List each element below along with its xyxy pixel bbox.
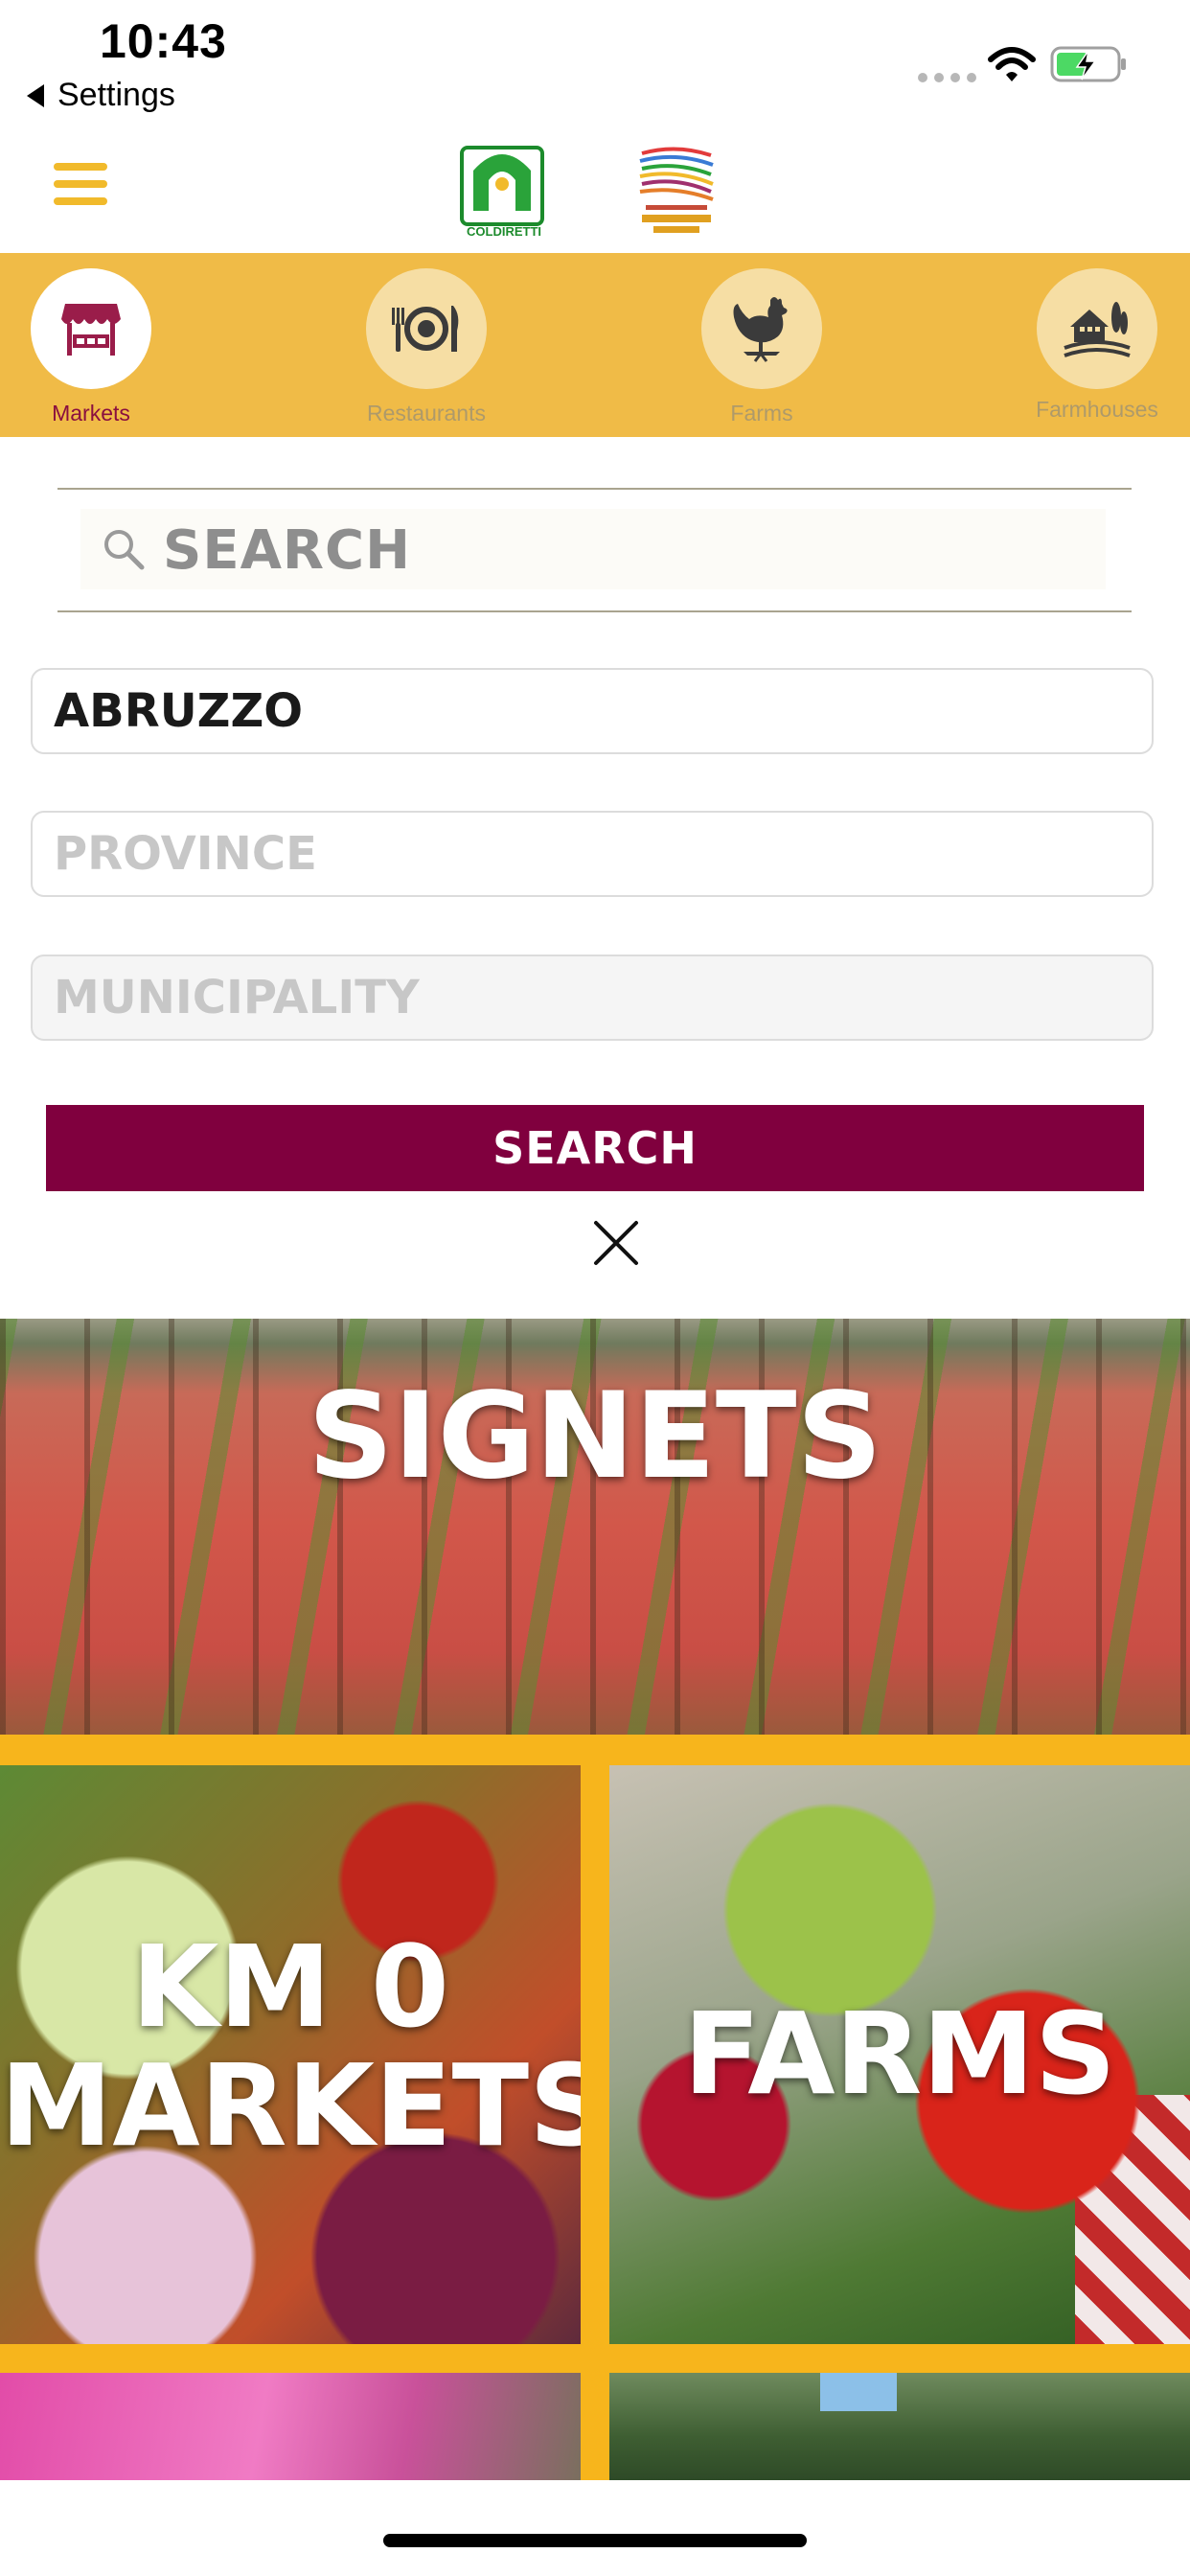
- wifi-icon: [988, 47, 1036, 81]
- home-indicator-area: [0, 2480, 1190, 2576]
- tab-markets[interactable]: Markets: [0, 268, 187, 426]
- farms-tile-title: FARMS: [683, 1988, 1116, 2120]
- km0-markets-tile[interactable]: KM 0 MARKETS: [0, 1765, 581, 2344]
- campagna-amica-logo: [639, 147, 714, 233]
- signets-tile[interactable]: SIGNETS: [0, 1319, 1190, 1735]
- hamburger-menu-button[interactable]: [54, 163, 107, 209]
- status-time: 10:43: [100, 14, 227, 68]
- tab-restaurants[interactable]: Restaurants: [331, 268, 522, 426]
- farms-tile[interactable]: FARMS: [609, 1765, 1190, 2344]
- rooster-icon: [733, 297, 788, 362]
- plate-cutlery-icon: [392, 306, 459, 352]
- markets-tile-title-line1: KM 0: [130, 1920, 450, 2053]
- back-arrow-icon: [27, 83, 44, 107]
- signets-tile-title: SIGNETS: [308, 1368, 882, 1506]
- cellular-signal-icon: [918, 73, 976, 82]
- municipality-select[interactable]: MUNICIPALITY: [31, 954, 1154, 1041]
- search-icon: [104, 530, 145, 570]
- market-stall-icon: [61, 304, 121, 356]
- farmhouse-icon: [1064, 302, 1131, 357]
- home-indicator[interactable]: [383, 2534, 807, 2547]
- province-select[interactable]: PROVINCE: [31, 811, 1154, 897]
- close-icon[interactable]: [592, 1219, 640, 1267]
- coldiretti-logo-text: COLDIRETTI: [467, 224, 541, 239]
- region-select[interactable]: ABRUZZO: [31, 668, 1154, 754]
- battery-charging-icon: [1050, 46, 1126, 82]
- search-button[interactable]: SEARCH: [46, 1105, 1144, 1191]
- markets-tile-title-line2: MARKETS: [0, 2038, 581, 2172]
- category-bar: Markets Restaurants Farms Farmhouses: [0, 253, 1190, 437]
- partial-tile-left[interactable]: [0, 2373, 581, 2480]
- tab-markets-label: Markets: [52, 401, 130, 426]
- tab-farms-label: Farms: [730, 401, 793, 426]
- back-to-settings-link[interactable]: Settings: [27, 77, 175, 114]
- partial-tile-right[interactable]: [609, 2373, 1190, 2480]
- tab-farmhouses[interactable]: Farmhouses: [1001, 268, 1190, 423]
- tab-farms[interactable]: Farms: [666, 268, 858, 426]
- search-input[interactable]: [161, 516, 1075, 585]
- back-link-label: Settings: [57, 77, 175, 113]
- tab-farmhouses-label: Farmhouses: [1036, 397, 1158, 422]
- tab-restaurants-label: Restaurants: [366, 401, 486, 426]
